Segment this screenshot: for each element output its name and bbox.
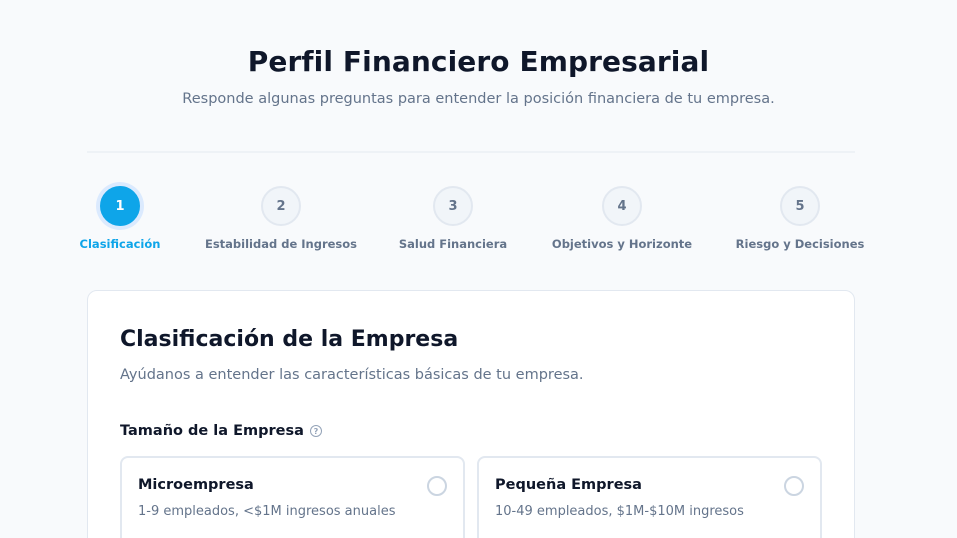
radio-button[interactable] [784, 476, 804, 496]
step-5-label: Riesgo y Decisiones [735, 237, 865, 251]
page: Perfil Financiero Empresarial Responde a… [0, 0, 957, 538]
step-2[interactable]: 2 Estabilidad de Ingresos [196, 186, 366, 251]
step-3-circle: 3 [433, 186, 473, 226]
card-title: Clasificación de la Empresa [120, 327, 459, 352]
step-5[interactable]: 5 Riesgo y Decisiones [715, 186, 885, 251]
option-title: Pequeña Empresa [495, 477, 642, 493]
step-2-label: Estabilidad de Ingresos [204, 237, 358, 251]
card-subtitle: Ayúdanos a entender las características … [120, 367, 584, 383]
step-4-circle: 4 [602, 186, 642, 226]
page-header: Perfil Financiero Empresarial Responde a… [0, 43, 957, 109]
step-3-label: Salud Financiera [398, 237, 508, 251]
step-2-circle: 2 [261, 186, 301, 226]
company-size-label-text: Tamaño de la Empresa [120, 423, 304, 439]
step-5-circle: 5 [780, 186, 820, 226]
page-title: Perfil Financiero Empresarial [247, 45, 710, 78]
option-description: 1-9 empleados, <$1M ingresos anuales [138, 504, 396, 519]
step-3[interactable]: 3 Salud Financiera [368, 186, 538, 251]
step-1-circle: 1 [100, 186, 140, 226]
step-4[interactable]: 4 Objetivos y Horizonte [537, 186, 707, 251]
help-icon[interactable]: ? [309, 425, 322, 437]
header-divider [87, 151, 855, 153]
step-1-label: Clasificación [79, 237, 161, 251]
step-1[interactable]: 1 Clasificación [35, 186, 205, 251]
company-size-label: Tamaño de la Empresa ? [120, 423, 322, 439]
form-card: Clasificación de la Empresa Ayúdanos a e… [87, 290, 855, 538]
step-4-label: Objetivos y Horizonte [551, 237, 693, 251]
radio-button[interactable] [427, 476, 447, 496]
option-pequena-empresa[interactable]: Pequeña Empresa 10-49 empleados, $1M-$10… [477, 456, 822, 538]
option-title: Microempresa [138, 477, 254, 493]
option-description: 10-49 empleados, $1M-$10M ingresos [495, 504, 744, 519]
option-microempresa[interactable]: Microempresa 1-9 empleados, <$1M ingreso… [120, 456, 465, 538]
page-subtitle: Responde algunas preguntas para entender… [182, 91, 775, 107]
